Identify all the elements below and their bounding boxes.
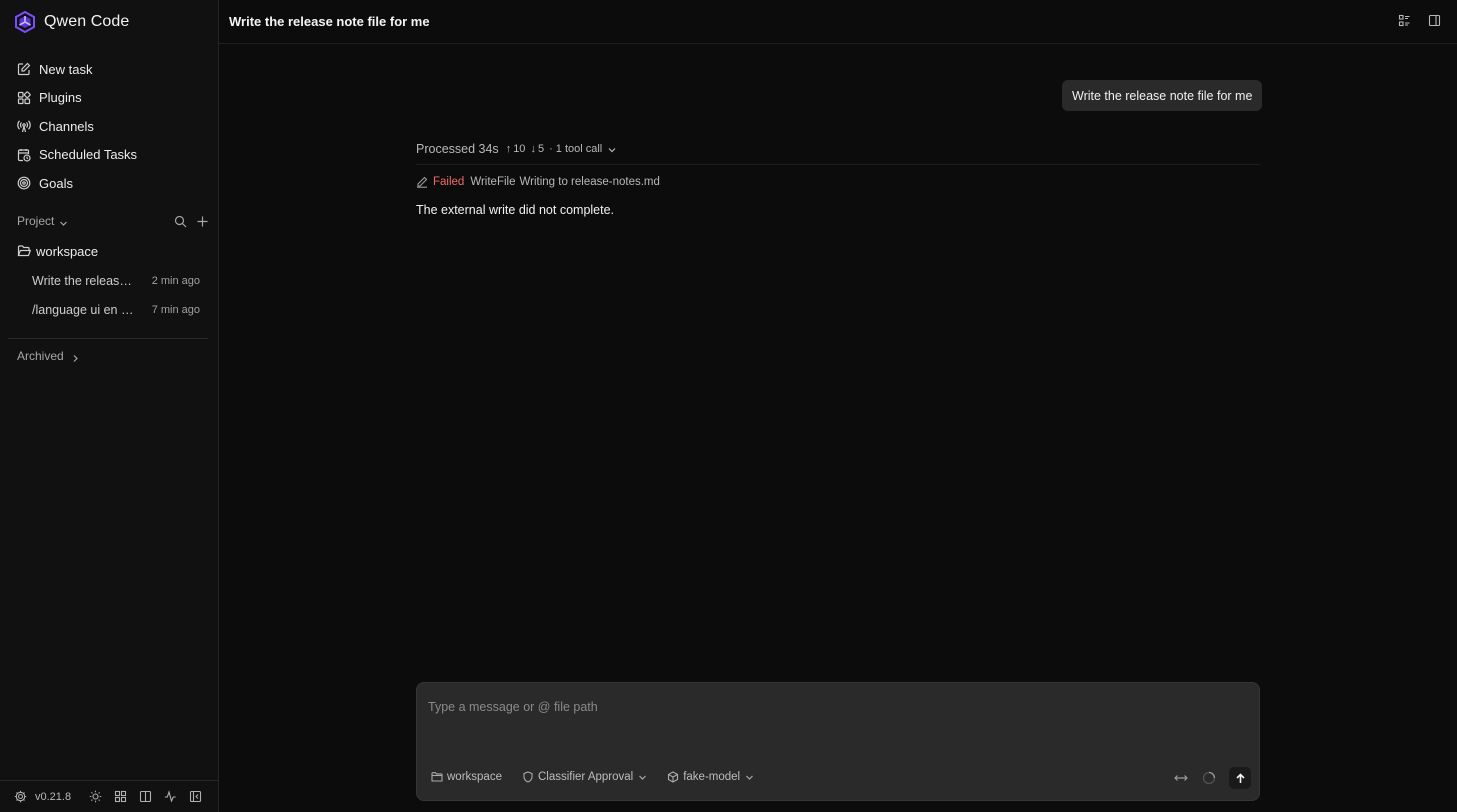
project-section-header: Project bbox=[17, 212, 209, 230]
nav-label: Channels bbox=[39, 118, 94, 134]
session-title: /language ui en -... bbox=[32, 303, 134, 317]
project-toggle[interactable]: Project bbox=[17, 214, 54, 228]
chevron-down-icon[interactable] bbox=[59, 217, 68, 226]
shield-icon bbox=[522, 771, 534, 783]
arrow-up-icon: ↑ bbox=[505, 143, 512, 155]
session-time: 7 min ago bbox=[151, 304, 200, 316]
chevron-right-icon bbox=[71, 352, 80, 362]
tokens-up: 10 bbox=[513, 143, 526, 155]
arrow-up-icon bbox=[1235, 772, 1245, 783]
split-view-icon[interactable] bbox=[139, 790, 152, 803]
folder-icon bbox=[431, 771, 443, 783]
version-label: v0.21.8 bbox=[35, 790, 72, 803]
task-list-icon[interactable] bbox=[1398, 14, 1411, 27]
cube-icon bbox=[667, 771, 679, 783]
qwen-logo-icon bbox=[14, 10, 36, 34]
tool-call-count: · 1 tool call bbox=[549, 143, 603, 155]
search-icon[interactable] bbox=[174, 215, 187, 228]
loading-spinner-icon bbox=[1201, 770, 1217, 786]
brand[interactable]: Qwen Code bbox=[14, 10, 129, 34]
folder-selector[interactable]: workspace bbox=[431, 771, 502, 783]
token-stats: ↑ 10 ↓ 5 · 1 tool call bbox=[506, 143, 603, 155]
collapse-sidebar-icon[interactable] bbox=[189, 790, 202, 803]
tool-call-row[interactable]: Failed WriteFile Writing to release-note… bbox=[416, 174, 660, 190]
user-message: Write the release note file for me bbox=[1062, 80, 1263, 111]
nav-label: Plugins bbox=[39, 90, 82, 106]
pencil-icon bbox=[416, 176, 428, 188]
nav-label: Scheduled Tasks bbox=[39, 147, 138, 163]
calendar-clock-icon bbox=[17, 148, 31, 162]
add-icon[interactable] bbox=[196, 215, 209, 228]
app-name: Qwen Code bbox=[44, 13, 130, 30]
session-item[interactable]: Write the release note file for me 2 min… bbox=[32, 272, 200, 290]
message-composer: workspace Classifier Approval bbox=[416, 682, 1260, 801]
sidebar-item-plugins[interactable]: Plugins bbox=[8, 84, 211, 113]
session-time: 2 min ago bbox=[151, 275, 200, 287]
sidebar: Qwen Code New task Plugins Channels Sche… bbox=[0, 0, 219, 812]
send-button[interactable] bbox=[1229, 767, 1251, 789]
nav-label: Goals bbox=[39, 175, 73, 191]
activity-icon[interactable] bbox=[164, 790, 177, 803]
project-folder[interactable]: workspace bbox=[17, 242, 98, 260]
tokens-down: 5 bbox=[537, 143, 545, 155]
sidebar-item-goals[interactable]: Goals bbox=[8, 169, 211, 198]
tool-detail: Writing to release-notes.md bbox=[519, 176, 660, 188]
edit-icon bbox=[17, 62, 31, 76]
folder-label: workspace bbox=[447, 771, 502, 783]
sidebar-nav: New task Plugins Channels Scheduled Task… bbox=[8, 55, 211, 198]
processed-summary[interactable]: Processed 34s ↑ 10 ↓ 5 · 1 tool call bbox=[416, 141, 617, 157]
composer-actions bbox=[1173, 767, 1251, 789]
target-icon bbox=[17, 176, 31, 190]
approval-mode-select[interactable]: Classifier Approval bbox=[522, 771, 647, 783]
app-window: Qwen Code New task Plugins Channels Sche… bbox=[0, 0, 1457, 812]
assistant-message: The external write did not complete. bbox=[416, 203, 615, 217]
sidebar-divider bbox=[8, 338, 208, 339]
chevron-down-icon bbox=[745, 773, 754, 782]
session-title: Write the release note file for me bbox=[32, 274, 134, 288]
top-bar: Write the release note file for me bbox=[219, 0, 1457, 44]
model-label: fake-model bbox=[683, 771, 741, 783]
message-input[interactable] bbox=[428, 697, 1208, 717]
model-select[interactable]: fake-model bbox=[667, 771, 754, 783]
session-item[interactable]: /language ui en -... 7 min ago bbox=[32, 301, 200, 319]
nav-label: New task bbox=[39, 61, 93, 77]
sidebar-item-new-task[interactable]: New task bbox=[8, 55, 211, 84]
chevron-down-icon[interactable] bbox=[607, 144, 617, 154]
composer-options: workspace Classifier Approval fake-model bbox=[431, 768, 774, 786]
expand-width-icon[interactable] bbox=[1173, 770, 1189, 786]
folder-name: workspace bbox=[36, 243, 99, 259]
archived-section[interactable]: Archived bbox=[17, 347, 80, 365]
approval-label: Classifier Approval bbox=[537, 771, 634, 783]
toggle-panel-icon[interactable] bbox=[1428, 14, 1441, 27]
archived-label: Archived bbox=[17, 349, 64, 363]
grid-icon[interactable] bbox=[114, 790, 127, 803]
broadcast-icon bbox=[17, 119, 31, 133]
theme-sun-icon[interactable] bbox=[89, 790, 102, 803]
message-divider bbox=[416, 164, 1260, 165]
processed-label: Processed 34s bbox=[416, 142, 499, 156]
gear-icon[interactable] bbox=[14, 790, 27, 803]
tool-name: WriteFile bbox=[470, 176, 516, 188]
arrow-down-icon: ↓ bbox=[530, 143, 536, 155]
page-title: Write the release note file for me bbox=[229, 14, 430, 29]
plugins-icon bbox=[17, 91, 31, 105]
sidebar-footer: v0.21.8 bbox=[0, 780, 218, 812]
main-panel: Write the release note file for me Write… bbox=[219, 0, 1457, 812]
folder-open-icon bbox=[17, 244, 32, 258]
chevron-down-icon bbox=[638, 773, 647, 782]
tool-status: Failed bbox=[433, 176, 465, 188]
sidebar-item-channels[interactable]: Channels bbox=[8, 112, 211, 141]
sidebar-item-scheduled-tasks[interactable]: Scheduled Tasks bbox=[8, 141, 211, 170]
